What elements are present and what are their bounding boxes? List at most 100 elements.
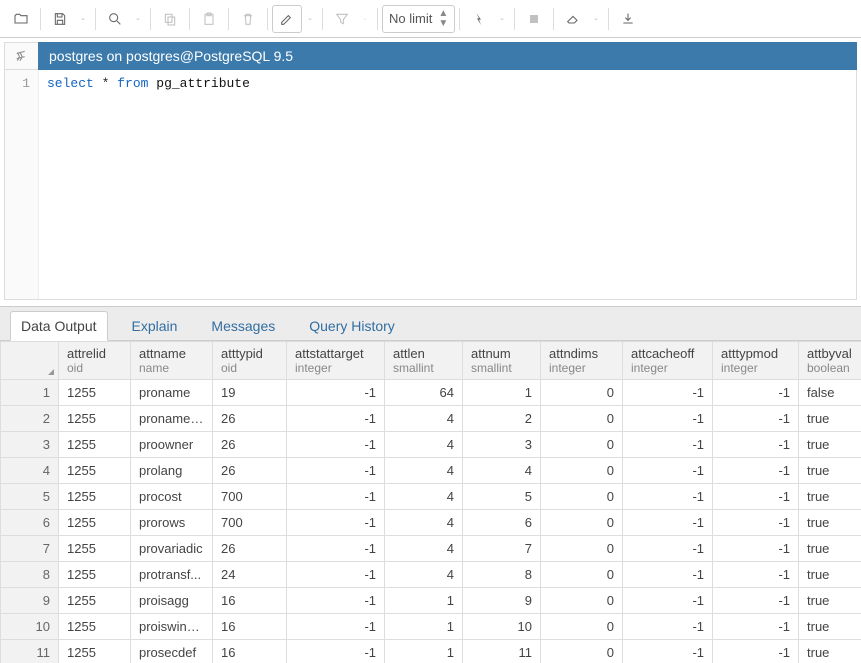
edit-button[interactable] bbox=[272, 5, 302, 33]
cell[interactable]: -1 bbox=[713, 510, 799, 536]
cell[interactable]: -1 bbox=[287, 562, 385, 588]
cell[interactable]: prolang bbox=[131, 458, 213, 484]
paste-button[interactable] bbox=[194, 5, 224, 33]
scratch-pad-icon[interactable] bbox=[4, 42, 38, 70]
table-row[interactable]: 31255proowner26-1430-1-1true bbox=[1, 432, 861, 458]
cell[interactable]: pronames... bbox=[131, 406, 213, 432]
row-number[interactable]: 2 bbox=[1, 406, 59, 432]
cell[interactable]: 0 bbox=[541, 510, 623, 536]
cell[interactable]: 0 bbox=[541, 406, 623, 432]
cell[interactable]: -1 bbox=[287, 536, 385, 562]
cell[interactable]: true bbox=[799, 406, 861, 432]
copy-button[interactable] bbox=[155, 5, 185, 33]
cell[interactable]: 5 bbox=[463, 484, 541, 510]
row-number[interactable]: 7 bbox=[1, 536, 59, 562]
table-row[interactable]: 111255prosecdef16-11110-1-1true bbox=[1, 640, 861, 663]
edit-dropdown[interactable] bbox=[302, 5, 318, 33]
save-button[interactable] bbox=[45, 5, 75, 33]
cell[interactable]: 700 bbox=[213, 484, 287, 510]
cell[interactable]: procost bbox=[131, 484, 213, 510]
cell[interactable]: 1255 bbox=[59, 484, 131, 510]
cell[interactable]: -1 bbox=[713, 432, 799, 458]
cell[interactable]: -1 bbox=[623, 380, 713, 406]
cell[interactable]: 0 bbox=[541, 614, 623, 640]
row-number[interactable]: 5 bbox=[1, 484, 59, 510]
cell[interactable]: -1 bbox=[713, 458, 799, 484]
cell[interactable]: -1 bbox=[623, 484, 713, 510]
cell[interactable]: 8 bbox=[463, 562, 541, 588]
cell[interactable]: 0 bbox=[541, 458, 623, 484]
cell[interactable]: 4 bbox=[385, 562, 463, 588]
column-header[interactable]: attbyvalboolean bbox=[799, 342, 861, 380]
cell[interactable]: 16 bbox=[213, 640, 287, 663]
cell[interactable]: 4 bbox=[385, 458, 463, 484]
column-header[interactable]: atttypmodinteger bbox=[713, 342, 799, 380]
cell[interactable]: -1 bbox=[623, 458, 713, 484]
row-number[interactable]: 1 bbox=[1, 380, 59, 406]
cell[interactable]: false bbox=[799, 380, 861, 406]
stop-button[interactable] bbox=[519, 5, 549, 33]
cell[interactable]: true bbox=[799, 458, 861, 484]
cell[interactable]: 1255 bbox=[59, 640, 131, 663]
cell[interactable]: 64 bbox=[385, 380, 463, 406]
table-row[interactable]: 51255procost700-1450-1-1true bbox=[1, 484, 861, 510]
cell[interactable]: 1255 bbox=[59, 380, 131, 406]
cell[interactable]: 1 bbox=[385, 588, 463, 614]
table-row[interactable]: 11255proname19-16410-1-1false bbox=[1, 380, 861, 406]
cell[interactable]: -1 bbox=[287, 458, 385, 484]
cell[interactable]: -1 bbox=[287, 614, 385, 640]
clear-dropdown[interactable] bbox=[588, 5, 604, 33]
cell[interactable]: -1 bbox=[623, 536, 713, 562]
cell[interactable]: 0 bbox=[541, 536, 623, 562]
cell[interactable]: -1 bbox=[713, 640, 799, 663]
cell[interactable]: -1 bbox=[287, 484, 385, 510]
cell[interactable]: 1255 bbox=[59, 536, 131, 562]
row-limit-select[interactable]: No limit ▲▼ bbox=[382, 5, 455, 33]
cell[interactable]: 1255 bbox=[59, 510, 131, 536]
tab-query-history[interactable]: Query History bbox=[299, 312, 405, 340]
cell[interactable]: provariadic bbox=[131, 536, 213, 562]
cell[interactable]: true bbox=[799, 640, 861, 663]
row-number[interactable]: 6 bbox=[1, 510, 59, 536]
table-row[interactable]: 61255prorows700-1460-1-1true bbox=[1, 510, 861, 536]
column-header[interactable]: atttypidoid bbox=[213, 342, 287, 380]
table-row[interactable]: 71255provariadic26-1470-1-1true bbox=[1, 536, 861, 562]
cell[interactable]: 4 bbox=[385, 406, 463, 432]
cell[interactable]: -1 bbox=[623, 588, 713, 614]
cell[interactable]: -1 bbox=[713, 380, 799, 406]
find-button[interactable] bbox=[100, 5, 130, 33]
cell[interactable]: 26 bbox=[213, 458, 287, 484]
cell[interactable]: -1 bbox=[287, 406, 385, 432]
cell[interactable]: proname bbox=[131, 380, 213, 406]
cell[interactable]: 2 bbox=[463, 406, 541, 432]
cell[interactable]: -1 bbox=[623, 562, 713, 588]
cell[interactable]: true bbox=[799, 432, 861, 458]
execute-button[interactable] bbox=[464, 5, 494, 33]
cell[interactable]: true bbox=[799, 562, 861, 588]
table-row[interactable]: 41255prolang26-1440-1-1true bbox=[1, 458, 861, 484]
cell[interactable]: 0 bbox=[541, 640, 623, 663]
result-grid[interactable]: attrelidoidattnamenameatttypidoidattstat… bbox=[0, 340, 861, 663]
execute-dropdown[interactable] bbox=[494, 5, 510, 33]
cell[interactable]: -1 bbox=[287, 588, 385, 614]
code-area[interactable]: select * from pg_attribute bbox=[39, 70, 856, 299]
cell[interactable]: 4 bbox=[463, 458, 541, 484]
cell[interactable]: prorows bbox=[131, 510, 213, 536]
cell[interactable]: 1 bbox=[385, 640, 463, 663]
column-header[interactable]: attnumsmallint bbox=[463, 342, 541, 380]
cell[interactable]: -1 bbox=[623, 640, 713, 663]
cell[interactable]: 16 bbox=[213, 588, 287, 614]
cell[interactable]: -1 bbox=[713, 536, 799, 562]
cell[interactable]: 0 bbox=[541, 380, 623, 406]
table-row[interactable]: 101255proiswind...16-11100-1-1true bbox=[1, 614, 861, 640]
cell[interactable]: -1 bbox=[623, 510, 713, 536]
cell[interactable]: 24 bbox=[213, 562, 287, 588]
table-row[interactable]: 81255protransf...24-1480-1-1true bbox=[1, 562, 861, 588]
cell[interactable]: 6 bbox=[463, 510, 541, 536]
cell[interactable]: 1 bbox=[385, 614, 463, 640]
cell[interactable]: 1 bbox=[463, 380, 541, 406]
cell[interactable]: 0 bbox=[541, 432, 623, 458]
cell[interactable]: true bbox=[799, 588, 861, 614]
cell[interactable]: 1255 bbox=[59, 614, 131, 640]
cell[interactable]: 4 bbox=[385, 484, 463, 510]
